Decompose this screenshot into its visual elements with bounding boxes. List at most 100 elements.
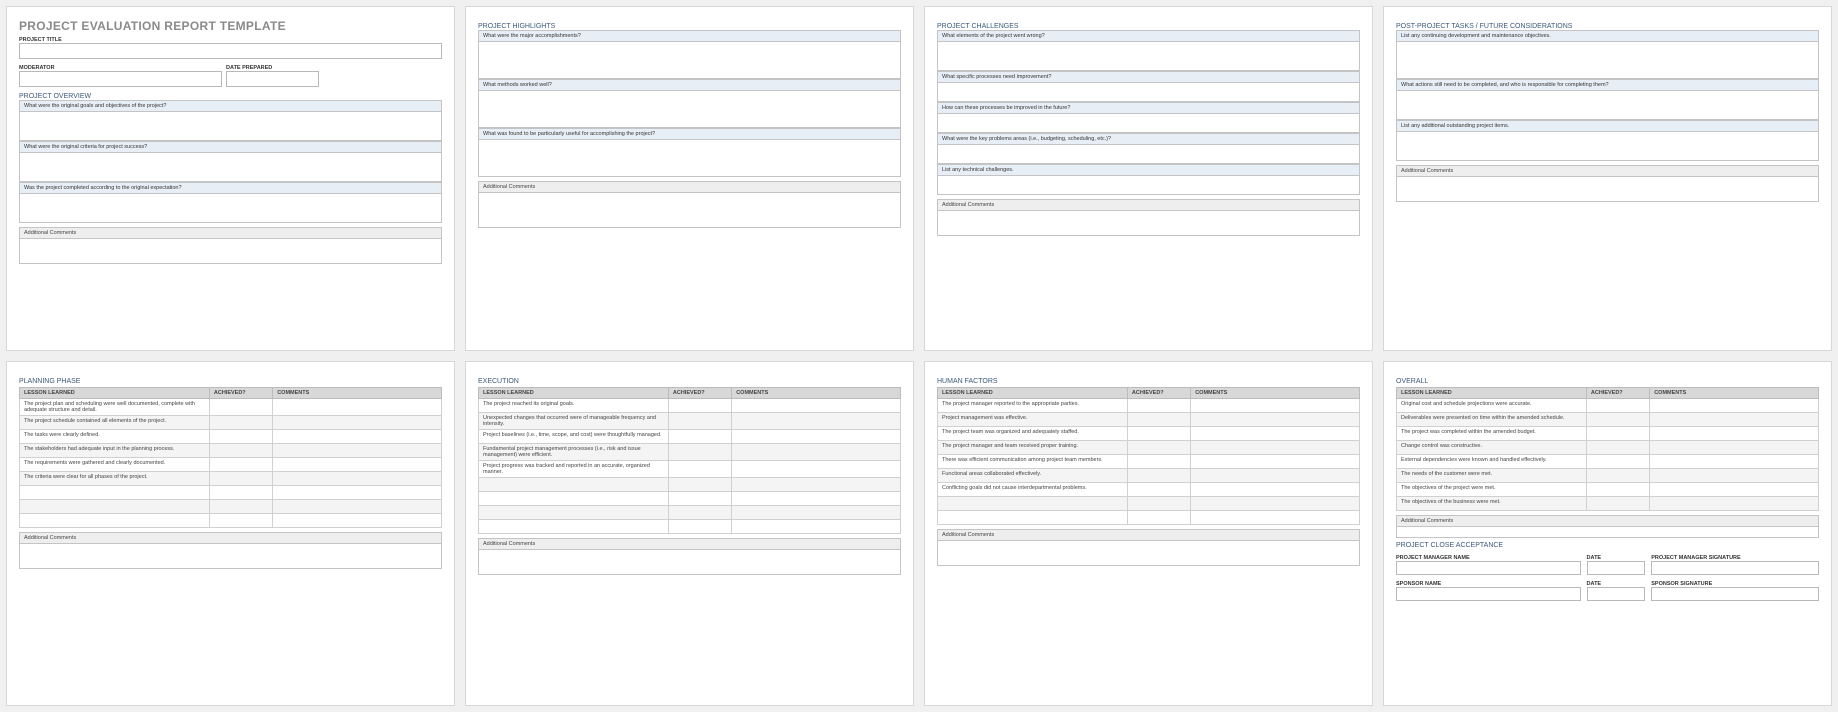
ch-q1-input[interactable] <box>938 42 1359 70</box>
comments-cell[interactable] <box>732 399 901 413</box>
comments-cell[interactable] <box>1191 441 1360 455</box>
comments-cell[interactable] <box>1650 469 1819 483</box>
pm-date-input[interactable] <box>1587 561 1646 575</box>
achieved-cell[interactable] <box>209 514 272 528</box>
achieved-cell[interactable] <box>668 492 731 506</box>
comments-cell[interactable] <box>732 461 901 478</box>
achieved-cell[interactable] <box>668 461 731 478</box>
overall-addl-input[interactable] <box>1396 526 1819 538</box>
overview-q3-input[interactable] <box>20 194 441 222</box>
achieved-cell[interactable] <box>209 430 272 444</box>
achieved-cell[interactable] <box>1127 413 1190 427</box>
overview-addl-input[interactable] <box>19 238 442 264</box>
comments-cell[interactable] <box>273 472 442 486</box>
execution-addl-input[interactable] <box>478 549 901 575</box>
achieved-cell[interactable] <box>1586 399 1649 413</box>
achieved-cell[interactable] <box>668 520 731 534</box>
project-title-input[interactable] <box>19 43 442 59</box>
achieved-cell[interactable] <box>209 416 272 430</box>
comments-cell[interactable] <box>732 478 901 492</box>
achieved-cell[interactable] <box>1586 455 1649 469</box>
achieved-cell[interactable] <box>1586 441 1649 455</box>
planning-addl-input[interactable] <box>19 543 442 569</box>
comments-cell[interactable] <box>273 458 442 472</box>
pm-name-input[interactable] <box>1396 561 1581 575</box>
achieved-cell[interactable] <box>668 506 731 520</box>
pm-sig-input[interactable] <box>1651 561 1819 575</box>
achieved-cell[interactable] <box>1127 441 1190 455</box>
achieved-cell[interactable] <box>1586 483 1649 497</box>
comments-cell[interactable] <box>1650 427 1819 441</box>
comments-cell[interactable] <box>1650 483 1819 497</box>
date-prepared-input[interactable] <box>226 71 319 87</box>
achieved-cell[interactable] <box>209 458 272 472</box>
achieved-cell[interactable] <box>1127 483 1190 497</box>
comments-cell[interactable] <box>1650 441 1819 455</box>
achieved-cell[interactable] <box>1127 427 1190 441</box>
hl-addl-input[interactable] <box>478 192 901 228</box>
comments-cell[interactable] <box>1191 483 1360 497</box>
comments-cell[interactable] <box>273 416 442 430</box>
achieved-cell[interactable] <box>1127 399 1190 413</box>
comments-cell[interactable] <box>1191 455 1360 469</box>
comments-cell[interactable] <box>1191 427 1360 441</box>
achieved-cell[interactable] <box>1127 497 1190 511</box>
comments-cell[interactable] <box>732 506 901 520</box>
achieved-cell[interactable] <box>209 399 272 416</box>
ch-q4-input[interactable] <box>938 145 1359 163</box>
pp-q3-input[interactable] <box>1397 132 1818 160</box>
comments-cell[interactable] <box>273 430 442 444</box>
achieved-cell[interactable] <box>668 399 731 413</box>
achieved-cell[interactable] <box>668 444 731 461</box>
achieved-cell[interactable] <box>209 472 272 486</box>
moderator-input[interactable] <box>19 71 222 87</box>
comments-cell[interactable] <box>1191 497 1360 511</box>
achieved-cell[interactable] <box>668 413 731 430</box>
achieved-cell[interactable] <box>1127 511 1190 525</box>
achieved-cell[interactable] <box>668 430 731 444</box>
ch-q5-input[interactable] <box>938 176 1359 194</box>
comments-cell[interactable] <box>1191 511 1360 525</box>
overview-q1-input[interactable] <box>20 112 441 140</box>
achieved-cell[interactable] <box>1586 427 1649 441</box>
achieved-cell[interactable] <box>1127 455 1190 469</box>
comments-cell[interactable] <box>732 430 901 444</box>
achieved-cell[interactable] <box>1586 469 1649 483</box>
comments-cell[interactable] <box>1191 469 1360 483</box>
achieved-cell[interactable] <box>1586 413 1649 427</box>
comments-cell[interactable] <box>732 413 901 430</box>
comments-cell[interactable] <box>732 492 901 506</box>
comments-cell[interactable] <box>1650 455 1819 469</box>
comments-cell[interactable] <box>273 514 442 528</box>
ch-q2-input[interactable] <box>938 83 1359 101</box>
achieved-cell[interactable] <box>209 500 272 514</box>
sp-sig-input[interactable] <box>1651 587 1819 601</box>
ch-q3-input[interactable] <box>938 114 1359 132</box>
comments-cell[interactable] <box>1650 399 1819 413</box>
achieved-cell[interactable] <box>1127 469 1190 483</box>
comments-cell[interactable] <box>732 444 901 461</box>
overview-q2-input[interactable] <box>20 153 441 181</box>
pp-q1-input[interactable] <box>1397 42 1818 78</box>
comments-cell[interactable] <box>1650 497 1819 511</box>
pp-q2-input[interactable] <box>1397 91 1818 119</box>
achieved-cell[interactable] <box>209 486 272 500</box>
achieved-cell[interactable] <box>1586 497 1649 511</box>
human-addl-input[interactable] <box>937 540 1360 566</box>
comments-cell[interactable] <box>1650 413 1819 427</box>
comments-cell[interactable] <box>273 399 442 416</box>
comments-cell[interactable] <box>273 444 442 458</box>
achieved-cell[interactable] <box>668 478 731 492</box>
comments-cell[interactable] <box>1191 399 1360 413</box>
comments-cell[interactable] <box>1191 413 1360 427</box>
hl-q2-input[interactable] <box>479 91 900 127</box>
comments-cell[interactable] <box>732 520 901 534</box>
achieved-cell[interactable] <box>209 444 272 458</box>
sp-name-input[interactable] <box>1396 587 1581 601</box>
comments-cell[interactable] <box>273 500 442 514</box>
pp-addl-input[interactable] <box>1396 176 1819 202</box>
hl-q3-input[interactable] <box>479 140 900 176</box>
comments-cell[interactable] <box>273 486 442 500</box>
ch-addl-input[interactable] <box>937 210 1360 236</box>
hl-q1-input[interactable] <box>479 42 900 78</box>
